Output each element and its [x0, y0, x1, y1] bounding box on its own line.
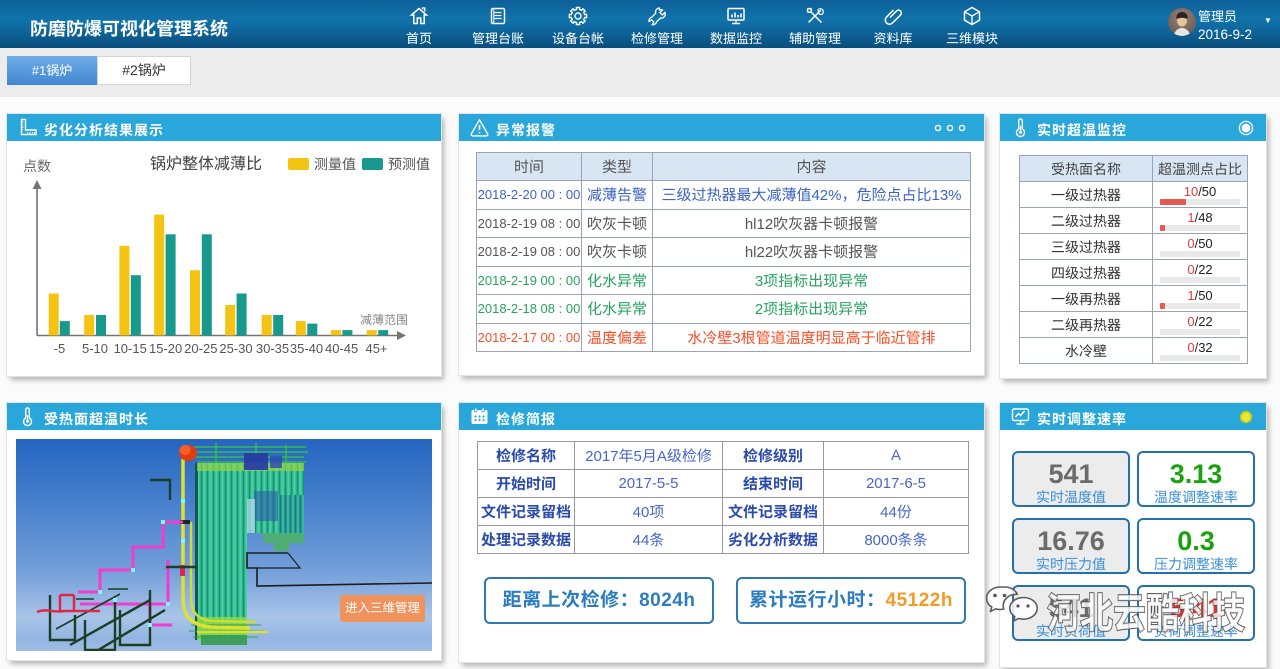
svg-text:45+: 45+: [365, 341, 387, 356]
svg-text:20-25: 20-25: [184, 341, 217, 356]
svg-text:-5: -5: [54, 341, 66, 356]
svg-text:35-40: 35-40: [290, 341, 323, 356]
svg-text:点数: 点数: [23, 158, 51, 174]
svg-text:5-10: 5-10: [82, 341, 108, 356]
svg-text:40-45: 40-45: [325, 341, 358, 356]
svg-text:减薄范围: 减薄范围: [360, 313, 408, 327]
svg-text:预测值: 预测值: [388, 156, 430, 172]
svg-text:10-15: 10-15: [114, 341, 147, 356]
svg-text:测量值: 测量值: [314, 156, 356, 172]
svg-text:25-30: 25-30: [219, 341, 252, 356]
svg-text:15-20: 15-20: [149, 341, 182, 356]
svg-text:锅炉整体减薄比: 锅炉整体减薄比: [150, 155, 262, 173]
svg-text:30-35: 30-35: [256, 341, 289, 356]
